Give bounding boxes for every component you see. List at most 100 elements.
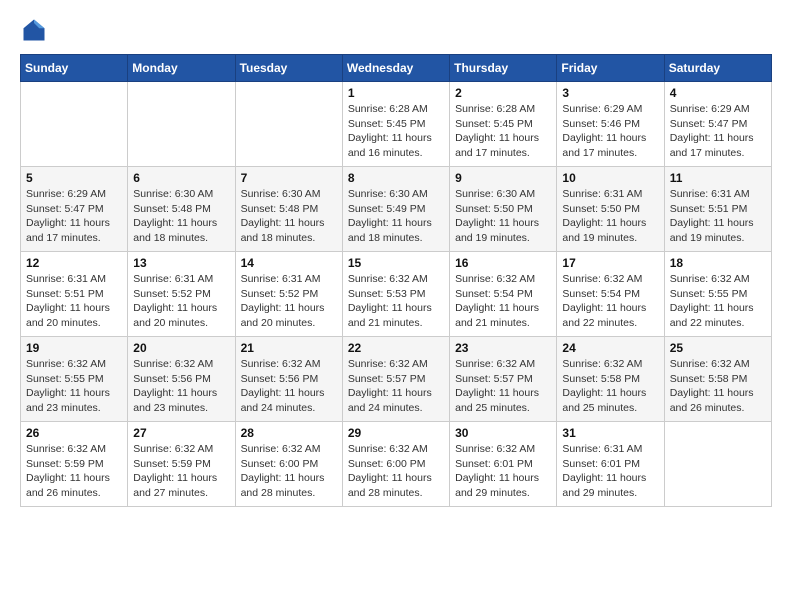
- day-number: 3: [562, 86, 658, 100]
- calendar-week-5: 26 Sunrise: 6:32 AM Sunset: 5:59 PM Dayli…: [21, 422, 772, 507]
- day-number: 24: [562, 341, 658, 355]
- calendar-cell: 3 Sunrise: 6:29 AM Sunset: 5:46 PM Daylig…: [557, 82, 664, 167]
- weekday-header-wednesday: Wednesday: [342, 55, 449, 82]
- calendar-cell: 12 Sunrise: 6:31 AM Sunset: 5:51 PM Dayli…: [21, 252, 128, 337]
- day-number: 15: [348, 256, 444, 270]
- calendar-cell: 19Sunrise: 6:32 AM Sunset: 5:55 PM Dayli…: [21, 337, 128, 422]
- day-number: 14: [241, 256, 337, 270]
- day-number: 6: [133, 171, 229, 185]
- calendar-week-1: 1 Sunrise: 6:28 AM Sunset: 5:45 PM Daylig…: [21, 82, 772, 167]
- day-number: 30: [455, 426, 551, 440]
- weekday-header-row: SundayMondayTuesdayWednesdayThursdayFrid…: [21, 55, 772, 82]
- day-info: Sunrise: 6:32 AM Sunset: 5:59 PM Dayligh…: [133, 442, 229, 501]
- calendar-cell: 28Sunrise: 6:32 AM Sunset: 6:00 PM Dayli…: [235, 422, 342, 507]
- day-number: 4: [670, 86, 766, 100]
- calendar-cell: 1 Sunrise: 6:28 AM Sunset: 5:45 PM Daylig…: [342, 82, 449, 167]
- day-info: Sunrise: 6:32 AM Sunset: 5:57 PM Dayligh…: [348, 357, 444, 416]
- day-number: 1: [348, 86, 444, 100]
- day-number: 31: [562, 426, 658, 440]
- calendar-cell: 23 Sunrise: 6:32 AM Sunset: 5:57 PM Dayli…: [450, 337, 557, 422]
- calendar-cell: 9 Sunrise: 6:30 AM Sunset: 5:50 PM Daylig…: [450, 167, 557, 252]
- calendar-cell: 30 Sunrise: 6:32 AM Sunset: 6:01 PM Dayli…: [450, 422, 557, 507]
- day-number: 13: [133, 256, 229, 270]
- day-info: Sunrise: 6:31 AM Sunset: 6:01 PM Dayligh…: [562, 442, 658, 501]
- calendar-cell: 22 Sunrise: 6:32 AM Sunset: 5:57 PM Dayli…: [342, 337, 449, 422]
- logo-icon: [20, 16, 48, 44]
- weekday-header-thursday: Thursday: [450, 55, 557, 82]
- weekday-header-sunday: Sunday: [21, 55, 128, 82]
- day-number: 23: [455, 341, 551, 355]
- calendar-cell: 31 Sunrise: 6:31 AM Sunset: 6:01 PM Dayli…: [557, 422, 664, 507]
- day-info: Sunrise: 6:31 AM Sunset: 5:50 PM Dayligh…: [562, 187, 658, 246]
- day-number: 11: [670, 171, 766, 185]
- day-info: Sunrise: 6:32 AM Sunset: 6:01 PM Dayligh…: [455, 442, 551, 501]
- calendar-cell: 10 Sunrise: 6:31 AM Sunset: 5:50 PM Dayli…: [557, 167, 664, 252]
- calendar-week-3: 12 Sunrise: 6:31 AM Sunset: 5:51 PM Dayli…: [21, 252, 772, 337]
- day-info: Sunrise: 6:32 AM Sunset: 5:54 PM Dayligh…: [455, 272, 551, 331]
- day-number: 26: [26, 426, 122, 440]
- day-info: Sunrise: 6:31 AM Sunset: 5:52 PM Dayligh…: [241, 272, 337, 331]
- day-info: Sunrise: 6:30 AM Sunset: 5:50 PM Dayligh…: [455, 187, 551, 246]
- day-number: 28: [241, 426, 337, 440]
- day-number: 7: [241, 171, 337, 185]
- day-info: Sunrise: 6:30 AM Sunset: 5:49 PM Dayligh…: [348, 187, 444, 246]
- calendar-cell: 20 Sunrise: 6:32 AM Sunset: 5:56 PM Dayli…: [128, 337, 235, 422]
- calendar-cell: 21Sunrise: 6:32 AM Sunset: 5:56 PM Dayli…: [235, 337, 342, 422]
- calendar-cell: 4 Sunrise: 6:29 AM Sunset: 5:47 PM Daylig…: [664, 82, 771, 167]
- day-number: 10: [562, 171, 658, 185]
- day-info: Sunrise: 6:31 AM Sunset: 5:51 PM Dayligh…: [26, 272, 122, 331]
- day-info: Sunrise: 6:32 AM Sunset: 5:58 PM Dayligh…: [670, 357, 766, 416]
- day-number: 9: [455, 171, 551, 185]
- day-info: Sunrise: 6:29 AM Sunset: 5:46 PM Dayligh…: [562, 102, 658, 161]
- calendar-cell: 25 Sunrise: 6:32 AM Sunset: 5:58 PM Dayli…: [664, 337, 771, 422]
- page-header: [20, 16, 772, 44]
- calendar-cell: 7 Sunrise: 6:30 AM Sunset: 5:48 PM Daylig…: [235, 167, 342, 252]
- calendar-cell: 14 Sunrise: 6:31 AM Sunset: 5:52 PM Dayli…: [235, 252, 342, 337]
- calendar-cell: 17Sunrise: 6:32 AM Sunset: 5:54 PM Dayli…: [557, 252, 664, 337]
- day-info: Sunrise: 6:30 AM Sunset: 5:48 PM Dayligh…: [133, 187, 229, 246]
- day-number: 27: [133, 426, 229, 440]
- day-number: 29: [348, 426, 444, 440]
- day-info: Sunrise: 6:31 AM Sunset: 5:51 PM Dayligh…: [670, 187, 766, 246]
- calendar-cell: 27 Sunrise: 6:32 AM Sunset: 5:59 PM Dayli…: [128, 422, 235, 507]
- day-info: Sunrise: 6:31 AM Sunset: 5:52 PM Dayligh…: [133, 272, 229, 331]
- day-number: 2: [455, 86, 551, 100]
- day-info: Sunrise: 6:29 AM Sunset: 5:47 PM Dayligh…: [26, 187, 122, 246]
- calendar-week-4: 19Sunrise: 6:32 AM Sunset: 5:55 PM Dayli…: [21, 337, 772, 422]
- day-info: Sunrise: 6:32 AM Sunset: 6:00 PM Dayligh…: [348, 442, 444, 501]
- weekday-header-saturday: Saturday: [664, 55, 771, 82]
- day-info: Sunrise: 6:32 AM Sunset: 5:57 PM Dayligh…: [455, 357, 551, 416]
- calendar-cell: [128, 82, 235, 167]
- day-number: 25: [670, 341, 766, 355]
- day-info: Sunrise: 6:29 AM Sunset: 5:47 PM Dayligh…: [670, 102, 766, 161]
- day-info: Sunrise: 6:28 AM Sunset: 5:45 PM Dayligh…: [348, 102, 444, 161]
- day-number: 18: [670, 256, 766, 270]
- day-number: 17: [562, 256, 658, 270]
- day-number: 8: [348, 171, 444, 185]
- day-info: Sunrise: 6:32 AM Sunset: 5:53 PM Dayligh…: [348, 272, 444, 331]
- weekday-header-friday: Friday: [557, 55, 664, 82]
- day-number: 12: [26, 256, 122, 270]
- day-info: Sunrise: 6:32 AM Sunset: 5:56 PM Dayligh…: [241, 357, 337, 416]
- calendar-cell: 16 Sunrise: 6:32 AM Sunset: 5:54 PM Dayli…: [450, 252, 557, 337]
- calendar-body: 1 Sunrise: 6:28 AM Sunset: 5:45 PM Daylig…: [21, 82, 772, 507]
- calendar-cell: 2 Sunrise: 6:28 AM Sunset: 5:45 PM Daylig…: [450, 82, 557, 167]
- day-number: 22: [348, 341, 444, 355]
- calendar-cell: [21, 82, 128, 167]
- calendar-cell: 26 Sunrise: 6:32 AM Sunset: 5:59 PM Dayli…: [21, 422, 128, 507]
- day-info: Sunrise: 6:32 AM Sunset: 5:55 PM Dayligh…: [670, 272, 766, 331]
- calendar-cell: 6 Sunrise: 6:30 AM Sunset: 5:48 PM Daylig…: [128, 167, 235, 252]
- calendar-cell: 8 Sunrise: 6:30 AM Sunset: 5:49 PM Daylig…: [342, 167, 449, 252]
- day-number: 20: [133, 341, 229, 355]
- calendar-cell: 29 Sunrise: 6:32 AM Sunset: 6:00 PM Dayli…: [342, 422, 449, 507]
- day-info: Sunrise: 6:28 AM Sunset: 5:45 PM Dayligh…: [455, 102, 551, 161]
- weekday-header-tuesday: Tuesday: [235, 55, 342, 82]
- day-info: Sunrise: 6:32 AM Sunset: 5:59 PM Dayligh…: [26, 442, 122, 501]
- day-info: Sunrise: 6:32 AM Sunset: 5:56 PM Dayligh…: [133, 357, 229, 416]
- calendar-cell: 11 Sunrise: 6:31 AM Sunset: 5:51 PM Dayli…: [664, 167, 771, 252]
- calendar-cell: 13 Sunrise: 6:31 AM Sunset: 5:52 PM Dayli…: [128, 252, 235, 337]
- calendar-cell: 18 Sunrise: 6:32 AM Sunset: 5:55 PM Dayli…: [664, 252, 771, 337]
- calendar-cell: [235, 82, 342, 167]
- day-number: 16: [455, 256, 551, 270]
- day-info: Sunrise: 6:30 AM Sunset: 5:48 PM Dayligh…: [241, 187, 337, 246]
